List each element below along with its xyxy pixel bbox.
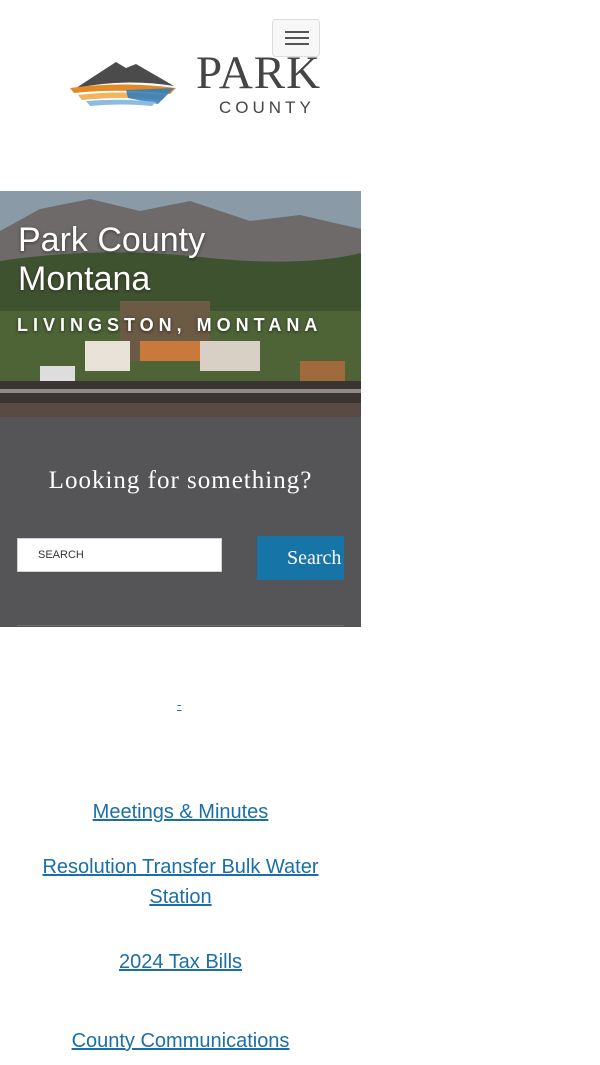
logo-subtitle: COUNTY xyxy=(219,98,315,117)
link-county-communications[interactable]: County Communications xyxy=(0,1026,361,1056)
link-2024-tax-bills[interactable]: 2024 Tax Bills xyxy=(0,947,361,977)
link-resolution-bulk-water[interactable]: Resolution Transfer Bulk Water Station xyxy=(30,852,331,912)
hero-subtitle: LIVINGSTON, MONTANA xyxy=(17,315,323,335)
logo-wordmark: PARK xyxy=(196,47,322,99)
park-county-logo[interactable]: PARK COUNTY xyxy=(66,48,366,124)
search-button[interactable]: Search xyxy=(257,536,344,580)
link-meetings-minutes[interactable]: Meetings & Minutes xyxy=(0,797,361,827)
hamburger-icon xyxy=(285,31,309,33)
divider xyxy=(17,625,344,626)
hero-title: Park County Montana xyxy=(18,221,206,298)
hamburger-icon-bar xyxy=(285,43,309,45)
search-heading: Looking for something? xyxy=(48,467,313,494)
mountain-logo-icon xyxy=(70,62,176,106)
hamburger-icon-bar xyxy=(285,37,309,39)
search-panel: Looking for something? Search xyxy=(0,417,361,627)
search-input[interactable] xyxy=(17,538,222,572)
empty-link[interactable]: - xyxy=(177,697,181,712)
hero-banner: Park County Montana LIVINGSTON, MONTANA xyxy=(0,191,361,417)
